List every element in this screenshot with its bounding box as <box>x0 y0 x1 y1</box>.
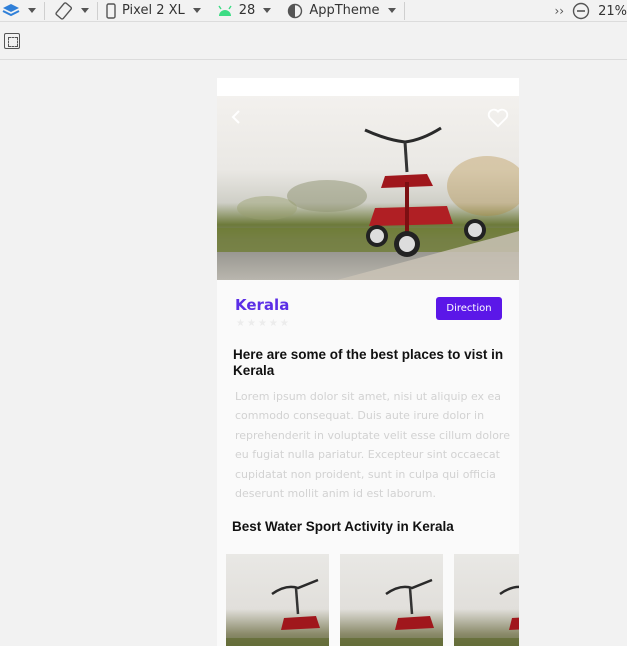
theme-selector[interactable]: AppTheme <box>279 0 403 21</box>
favorite-heart-icon[interactable] <box>487 108 509 128</box>
activity-card[interactable] <box>226 554 329 646</box>
chevron-down-icon <box>387 8 396 13</box>
tricycle-illustration <box>217 126 519 280</box>
zoom-out-icon[interactable] <box>572 2 590 20</box>
direction-button[interactable]: Direction <box>436 297 502 320</box>
layers-icon <box>2 3 20 16</box>
api-level-label: 28 <box>238 3 256 18</box>
star-icon: ★ <box>236 318 245 329</box>
device-label: Pixel 2 XL <box>122 3 185 18</box>
tricycle-image <box>226 578 329 646</box>
chevron-down-icon <box>28 8 36 13</box>
tricycle-image <box>454 585 519 646</box>
secondary-toolbar <box>0 23 627 60</box>
device-preview: Kerala ★ ★ ★ ★ ★ Direction Here are some… <box>217 78 519 646</box>
activity-card[interactable] <box>454 554 519 646</box>
chevron-down-icon <box>192 8 201 13</box>
activities-section-title: Best Water Sport Activity in Kerala <box>232 519 454 534</box>
toolbar-divider <box>403 1 405 20</box>
device-selector[interactable]: Pixel 2 XL <box>98 0 209 21</box>
star-icon: ★ <box>268 318 278 329</box>
description-text: Lorem ipsum dolor sit amet, nisi ut aliq… <box>235 390 510 501</box>
overflow-button[interactable]: ›› <box>554 4 564 18</box>
status-bar <box>217 78 519 96</box>
activities-list <box>226 554 519 646</box>
orientation-button[interactable] <box>45 0 97 21</box>
rating-bar[interactable]: ★ ★ ★ ★ ★ <box>236 318 289 329</box>
design-surface-button[interactable] <box>0 0 44 21</box>
android-icon <box>218 5 232 16</box>
phone-icon <box>106 2 116 19</box>
theme-label: AppTheme <box>309 3 380 18</box>
star-icon: ★ <box>257 318 267 329</box>
zoom-to-fit-icon[interactable] <box>4 33 20 49</box>
places-heading: Here are some of the best places to vist… <box>233 347 504 378</box>
place-title: Kerala <box>235 296 290 314</box>
api-level-selector[interactable]: 28 <box>209 0 280 21</box>
activity-card[interactable] <box>340 554 443 646</box>
chevron-down-icon <box>81 8 89 13</box>
zoom-level: 21% <box>598 3 627 19</box>
rotate-icon <box>55 1 73 20</box>
back-arrow-icon[interactable] <box>227 108 245 126</box>
theme-icon <box>288 3 303 18</box>
layout-editor-toolbar: Pixel 2 XL 28 AppTheme ›› 21% <box>0 0 627 22</box>
hero-image <box>217 96 519 280</box>
tricycle-image <box>340 578 443 646</box>
star-icon: ★ <box>279 318 289 329</box>
chevron-down-icon <box>263 8 272 13</box>
zoom-controls: ›› 21% <box>554 0 627 22</box>
star-icon: ★ <box>246 318 256 329</box>
